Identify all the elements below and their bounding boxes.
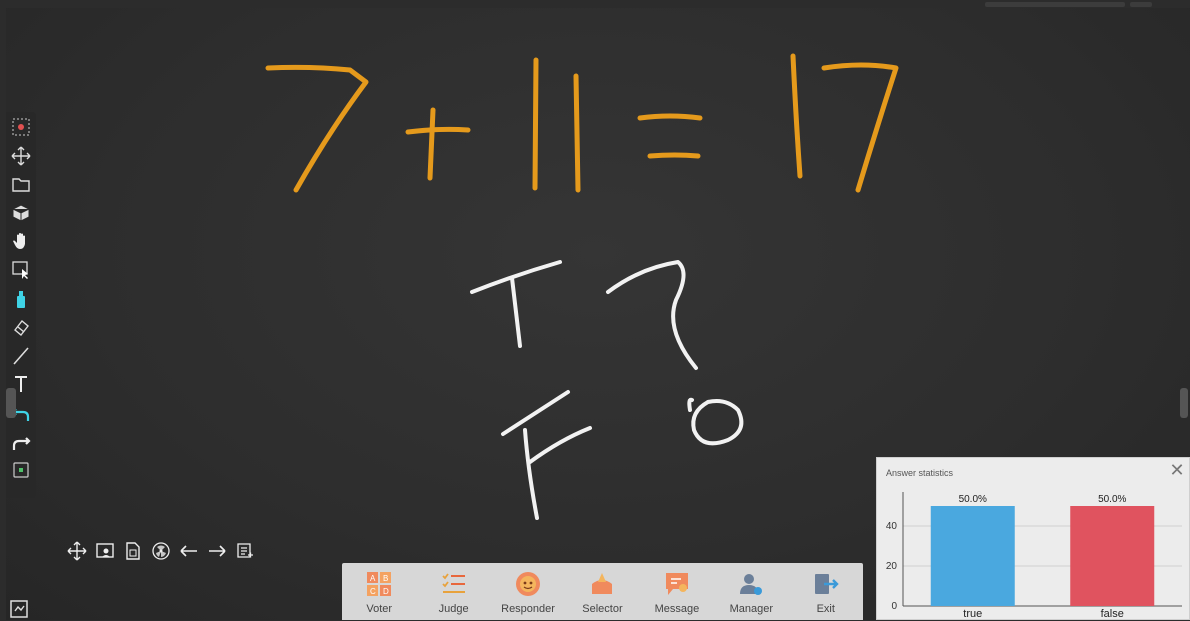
message-button[interactable]: Message — [642, 563, 712, 620]
exit-button[interactable]: Exit — [791, 563, 861, 620]
close-icon[interactable]: ✕ — [1169, 461, 1185, 479]
record-icon[interactable] — [10, 116, 32, 138]
x-tick-label: false — [1101, 608, 1124, 620]
hand-icon[interactable] — [10, 230, 32, 252]
y-tick-label: 0 — [891, 601, 897, 612]
svg-text:D: D — [383, 587, 389, 596]
orange-ink-equation — [265, 53, 899, 193]
manager-button[interactable]: Manager — [716, 563, 786, 620]
judge-button[interactable]: Judge — [419, 563, 489, 620]
panel-title: Answer statistics — [886, 468, 954, 478]
white-ink-answers — [470, 260, 744, 520]
left-toolbar — [6, 112, 36, 498]
dock-item-label: Voter — [366, 603, 393, 615]
bottom-left-tools — [66, 538, 256, 564]
select-icon[interactable] — [10, 259, 32, 281]
y-tick-label: 20 — [886, 561, 898, 572]
manager-icon — [737, 570, 765, 598]
dock-item-label: Message — [654, 603, 700, 615]
dock-item-label: Selector — [582, 603, 623, 615]
dock-item-label: Exit — [816, 603, 835, 615]
responder-icon — [514, 570, 542, 598]
fullscreen-icon[interactable] — [8, 598, 30, 620]
arrow-left-icon[interactable] — [178, 540, 200, 562]
pen-icon[interactable] — [10, 288, 32, 310]
voter-icon: ABCD — [365, 570, 393, 598]
left-collapse-handle[interactable] — [6, 388, 16, 418]
answer-statistics-panel: 0 20 40 50.0% true 50.0% false Answer statisti… — [876, 457, 1190, 620]
exit-icon — [812, 570, 840, 598]
bar-true — [930, 506, 1015, 606]
document-icon[interactable] — [122, 540, 144, 562]
eraser-icon[interactable] — [10, 316, 32, 338]
svg-text:A: A — [370, 574, 376, 583]
redo-icon[interactable] — [10, 431, 32, 453]
dock-item-label: Judge — [438, 603, 469, 615]
judge-icon — [440, 570, 468, 598]
move-icon[interactable] — [10, 145, 32, 167]
message-icon — [663, 570, 691, 598]
selector-button[interactable]: Selector — [567, 563, 637, 620]
selector-icon — [588, 570, 616, 598]
x-tick-label: true — [963, 608, 982, 620]
notes-icon[interactable] — [234, 540, 256, 562]
arrow-right-icon[interactable] — [206, 540, 228, 562]
bar-false — [1070, 506, 1155, 606]
y-tick-label: 40 — [886, 521, 898, 532]
radiation-icon[interactable] — [150, 540, 172, 562]
folder-icon[interactable] — [10, 173, 32, 195]
answer-chart: 0 20 40 50.0% true 50.0% false — [886, 492, 1182, 620]
classroom-tools-dock: A B C D Voter Judge Responder Selector Message Ma… — [342, 563, 863, 620]
dock-item-label: Responder — [501, 603, 555, 615]
whiteboard-icon[interactable] — [94, 540, 116, 562]
svg-text:C: C — [370, 587, 376, 596]
move-icon[interactable] — [66, 540, 88, 562]
line-icon[interactable] — [10, 345, 32, 367]
data-label: 50.0% — [1098, 494, 1126, 505]
svg-text:B: B — [383, 574, 388, 583]
data-label: 50.0% — [959, 494, 987, 505]
voter-button[interactable]: A B C D Voter — [344, 563, 414, 620]
dock-item-label: Manager — [729, 603, 774, 615]
page-icon[interactable] — [10, 459, 32, 481]
right-collapse-handle[interactable] — [1180, 388, 1188, 418]
responder-button[interactable]: Responder — [493, 563, 563, 620]
box-icon[interactable] — [10, 202, 32, 224]
status-clock — [985, 2, 1152, 7]
